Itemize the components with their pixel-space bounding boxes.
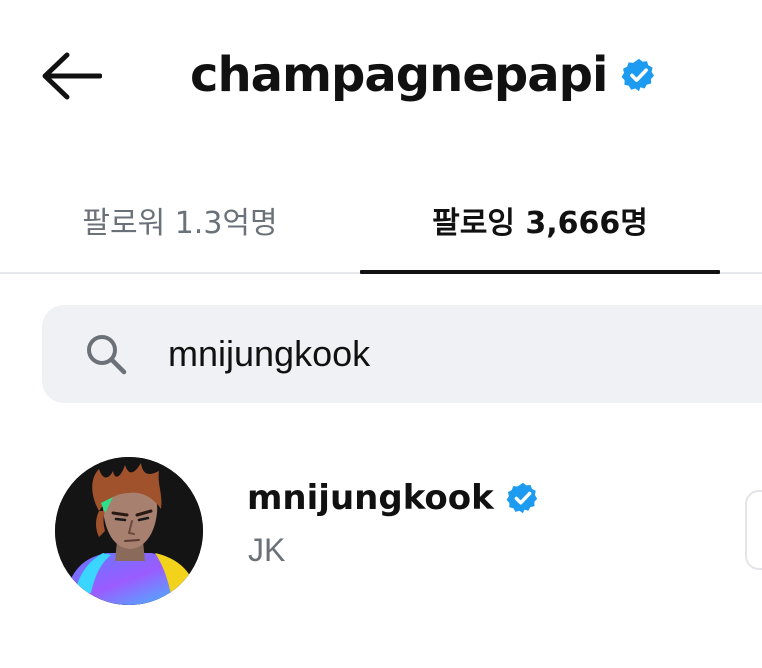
search-bar[interactable] bbox=[42, 305, 762, 403]
search-input[interactable] bbox=[168, 333, 668, 375]
tab-followers-label: 팔로워 1.3억명 bbox=[82, 206, 278, 241]
verified-badge-icon bbox=[506, 481, 540, 515]
arrow-left-icon bbox=[40, 52, 103, 100]
user-list-item[interactable]: mnijungkook JK bbox=[0, 440, 762, 620]
tab-following-label: 팔로잉 3,666명 bbox=[432, 206, 648, 241]
search-icon bbox=[84, 332, 128, 376]
active-tab-indicator bbox=[360, 270, 720, 274]
tab-following[interactable]: 팔로잉 3,666명 bbox=[360, 170, 720, 270]
avatar-illustration bbox=[55, 457, 203, 605]
follow-tabs: 팔로워 1.3억명 팔로잉 3,666명 bbox=[0, 170, 762, 274]
display-name: JK bbox=[248, 532, 286, 568]
follow-button[interactable] bbox=[745, 490, 762, 570]
profile-header: champagnepapi bbox=[190, 42, 657, 108]
avatar[interactable] bbox=[55, 457, 203, 605]
back-button[interactable] bbox=[40, 48, 106, 104]
username: mnijungkook bbox=[247, 478, 494, 518]
verified-badge-icon bbox=[621, 57, 657, 93]
following-screen: champagnepapi 팔로워 1.3억명 팔로잉 3,666명 mniju… bbox=[0, 0, 762, 668]
username-line: mnijungkook bbox=[247, 478, 540, 518]
tab-followers[interactable]: 팔로워 1.3억명 bbox=[40, 170, 320, 270]
page-title: champagnepapi bbox=[190, 47, 608, 103]
